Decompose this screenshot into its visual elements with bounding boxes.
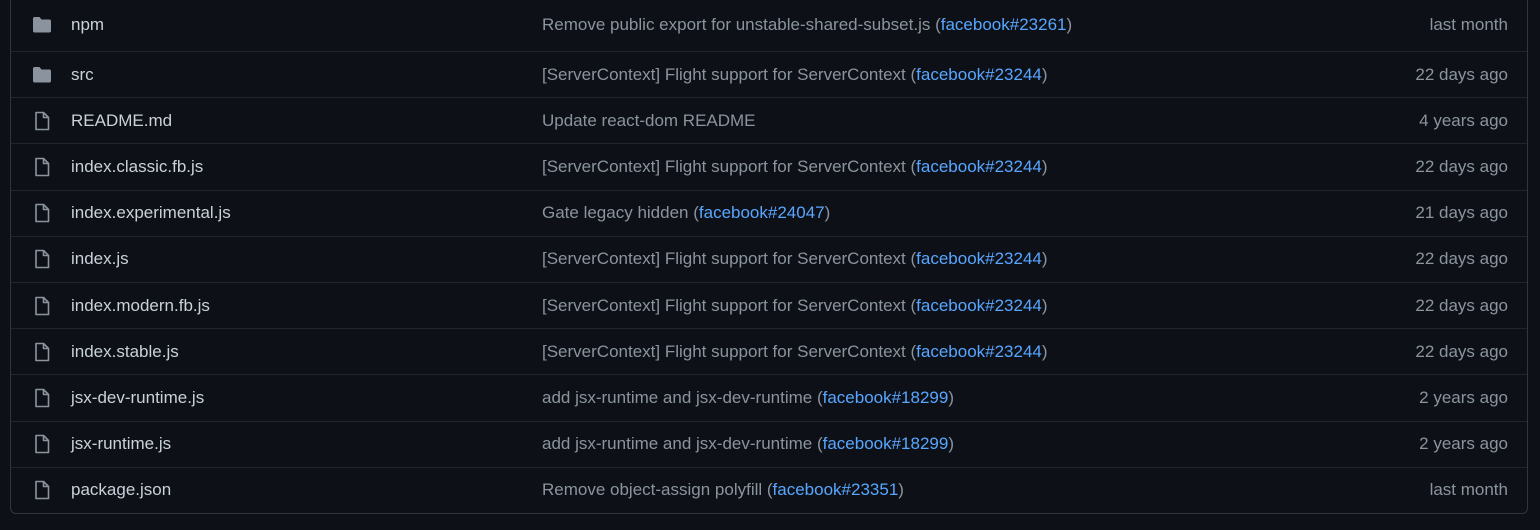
commit-text-end: ) [1041,249,1048,269]
file-row[interactable]: index.stable.js [ServerContext] Flight s… [11,328,1527,374]
pr-link[interactable]: facebook#23261 [941,15,1067,34]
pr-link[interactable]: facebook#23351 [773,480,899,499]
commit-text-end: ) [1041,64,1048,84]
commit-message[interactable]: [ServerContext] Flight support for Serve… [542,65,1048,85]
pr-link[interactable]: facebook#24047 [699,203,825,222]
commit-text-end: ) [1041,341,1048,361]
commit-age[interactable]: 4 years ago [1419,111,1508,131]
commit-message[interactable]: [ServerContext] Flight support for Serve… [542,342,1048,362]
commit-text[interactable]: [ServerContext] Flight support for Serve… [542,342,916,361]
commit-message[interactable]: Remove public export for unstable-shared… [542,15,1072,35]
commit-text[interactable]: Remove object-assign polyfill ( [542,480,773,499]
commit-message[interactable]: [ServerContext] Flight support for Serve… [542,157,1048,177]
commit-message[interactable]: add jsx-runtime and jsx-dev-runtime (fac… [542,388,954,408]
commit-message[interactable]: add jsx-runtime and jsx-dev-runtime (fac… [542,434,954,454]
commit-message[interactable]: Gate legacy hidden (facebook#24047) [542,203,830,223]
file-name-link[interactable]: src [71,65,94,85]
commit-text-end: ) [824,203,831,223]
commit-age[interactable]: 21 days ago [1415,203,1508,223]
commit-message[interactable]: [ServerContext] Flight support for Serve… [542,296,1048,316]
file-icon [31,341,53,363]
commit-age[interactable]: 22 days ago [1415,342,1508,362]
commit-text[interactable]: Gate legacy hidden ( [542,203,699,222]
pr-link[interactable]: facebook#18299 [823,388,949,407]
file-name-link[interactable]: index.js [71,249,129,269]
file-row[interactable]: jsx-dev-runtime.js add jsx-runtime and j… [11,374,1527,420]
commit-message[interactable]: [ServerContext] Flight support for Serve… [542,249,1048,269]
file-name-link[interactable]: index.classic.fb.js [71,157,203,177]
file-name-link[interactable]: index.stable.js [71,342,179,362]
commit-text[interactable]: add jsx-runtime and jsx-dev-runtime ( [542,434,823,453]
commit-text[interactable]: [ServerContext] Flight support for Serve… [542,249,916,268]
commit-text[interactable]: [ServerContext] Flight support for Serve… [542,65,916,84]
commit-message[interactable]: Remove object-assign polyfill (facebook#… [542,480,904,500]
commit-age[interactable]: last month [1430,480,1508,500]
file-row[interactable]: README.md Update react-dom README 4 year… [11,97,1527,143]
commit-text-end: ) [948,387,955,407]
pr-link[interactable]: facebook#23244 [916,342,1042,361]
file-row[interactable]: index.classic.fb.js [ServerContext] Flig… [11,143,1527,189]
commit-text-end: ) [948,434,955,454]
file-name-link[interactable]: npm [71,15,104,35]
file-row[interactable]: index.modern.fb.js [ServerContext] Fligh… [11,281,1527,328]
commit-age[interactable]: 2 years ago [1419,388,1508,408]
file-row[interactable]: package.json Remove object-assign polyfi… [11,466,1527,513]
commit-text-end: ) [1041,295,1048,315]
folder-icon [31,64,53,86]
file-row[interactable]: index.experimental.js Gate legacy hidden… [11,189,1527,236]
file-name-link[interactable]: README.md [71,111,172,131]
file-name-link[interactable]: jsx-dev-runtime.js [71,388,204,408]
commit-age[interactable]: 22 days ago [1415,157,1508,177]
commit-text[interactable]: Remove public export for unstable-shared… [542,15,941,34]
commit-age[interactable]: 22 days ago [1415,296,1508,316]
file-icon [31,248,53,270]
file-icon [31,202,53,224]
file-row[interactable]: index.js [ServerContext] Flight support … [11,235,1527,282]
file-row[interactable]: npm Remove public export for unstable-sh… [11,0,1527,51]
file-name-link[interactable]: jsx-runtime.js [71,434,171,454]
file-icon [31,295,53,317]
file-row[interactable]: src [ServerContext] Flight support for S… [11,51,1527,97]
pr-link[interactable]: facebook#23244 [916,249,1042,268]
file-icon [31,433,53,455]
commit-text[interactable]: [ServerContext] Flight support for Serve… [542,296,916,315]
commit-age[interactable]: 22 days ago [1415,65,1508,85]
file-name-link[interactable]: package.json [71,480,171,500]
commit-text-end: ) [1041,156,1048,176]
file-icon [31,387,53,409]
pr-link[interactable]: facebook#23244 [916,157,1042,176]
file-list-table: npm Remove public export for unstable-sh… [10,0,1528,514]
file-row[interactable]: jsx-runtime.js add jsx-runtime and jsx-d… [11,420,1527,467]
commit-text[interactable]: Update react-dom README [542,111,756,130]
commit-text[interactable]: [ServerContext] Flight support for Serve… [542,157,916,176]
file-name-link[interactable]: index.modern.fb.js [71,296,210,316]
commit-age[interactable]: 2 years ago [1419,434,1508,454]
pr-link[interactable]: facebook#23244 [916,65,1042,84]
commit-text-end: ) [1066,15,1073,34]
commit-age[interactable]: last month [1430,15,1508,35]
file-icon [31,110,53,132]
file-icon [31,156,53,178]
commit-text-end: ) [898,480,904,500]
commit-message[interactable]: Update react-dom README [542,111,756,131]
pr-link[interactable]: facebook#18299 [823,434,949,453]
pr-link[interactable]: facebook#23244 [916,296,1042,315]
file-icon [31,479,53,501]
folder-icon [31,14,53,36]
file-name-link[interactable]: index.experimental.js [71,203,231,223]
commit-text[interactable]: add jsx-runtime and jsx-dev-runtime ( [542,388,823,407]
commit-age[interactable]: 22 days ago [1415,249,1508,269]
